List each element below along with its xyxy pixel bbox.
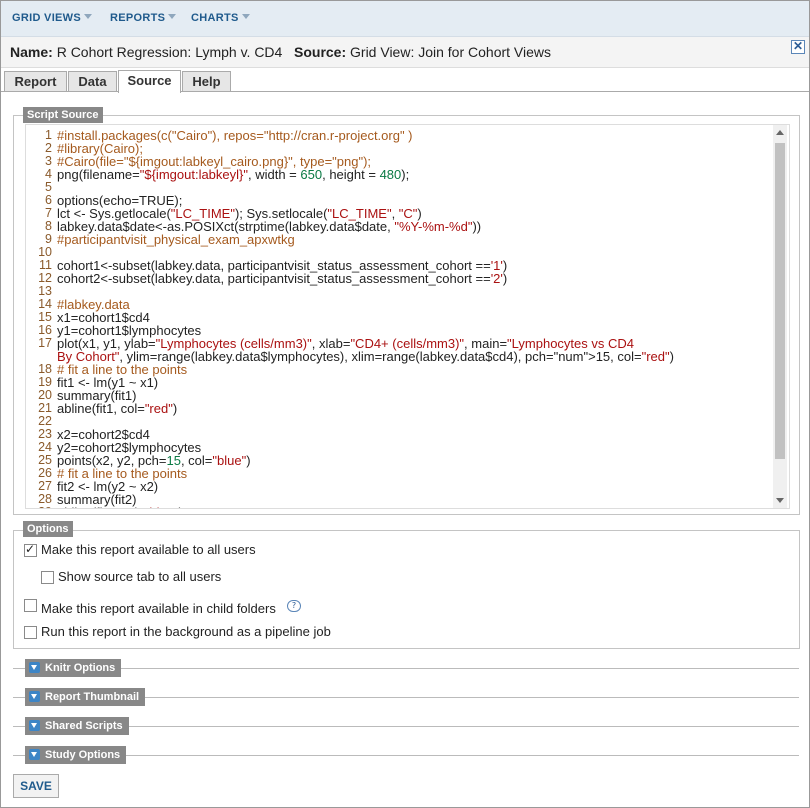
line-number: 29 bbox=[26, 506, 52, 509]
code-line: cohort2<-subset(labkey.data, participant… bbox=[57, 271, 508, 286]
options-legend: Options bbox=[23, 521, 73, 537]
expand-chevron-icon bbox=[29, 691, 40, 702]
chevron-down-icon bbox=[241, 14, 250, 19]
code-lines[interactable]: #install.packages(c("Cairo"), repos="htt… bbox=[57, 128, 777, 508]
child-folders-checkbox[interactable] bbox=[24, 599, 37, 612]
code-editor[interactable]: 1 2 3 4 5 6 7 8 9 10 11 12 13 14 15 16 17 18 19 20 21 22 23 24 2… bbox=[25, 124, 790, 509]
report-thumbnail-panel[interactable]: Report Thumbnail bbox=[13, 688, 799, 708]
grid-views-menu[interactable]: GRID VIEWS bbox=[12, 12, 93, 24]
background-job-checkbox[interactable] bbox=[24, 626, 37, 639]
panel-divider bbox=[13, 726, 799, 727]
report-title-line: Name: R Cohort Regression: Lymph v. CD4 … bbox=[10, 44, 551, 60]
report-editor-window: GRID VIEWS REPORTS CHARTS Name: R Cohort… bbox=[0, 0, 810, 808]
study-options-label: Study Options bbox=[45, 749, 121, 761]
code-line: fit2 <- lm(y2 ~ x2) bbox=[57, 479, 159, 494]
code-line: abline(fit2, col="blue") bbox=[57, 506, 777, 508]
tab-bar: Report Data Source Help bbox=[1, 69, 809, 93]
reports-label: REPORTS bbox=[110, 12, 166, 24]
script-source-legend: Script Source bbox=[23, 107, 103, 123]
source-label: Source: bbox=[294, 44, 347, 60]
knitr-options-panel[interactable]: Knitr Options bbox=[13, 659, 799, 679]
scroll-up-icon[interactable] bbox=[776, 130, 784, 135]
tab-source[interactable]: Source bbox=[118, 70, 181, 93]
tab-data[interactable]: Data bbox=[68, 71, 117, 92]
report-name-bar: Name: R Cohort Regression: Lymph v. CD4 … bbox=[1, 37, 809, 68]
chevron-down-icon bbox=[168, 14, 177, 19]
shared-scripts-panel[interactable]: Shared Scripts bbox=[13, 717, 799, 737]
code-line: # fit a line to the points bbox=[57, 362, 188, 377]
code-line: png(filename="${imgout:labkeyl}", width … bbox=[57, 167, 410, 182]
help-icon[interactable]: ? bbox=[287, 600, 301, 612]
tab-help[interactable]: Help bbox=[182, 71, 231, 92]
tab-report[interactable]: Report bbox=[4, 71, 67, 92]
scroll-thumb[interactable] bbox=[775, 143, 785, 459]
close-icon[interactable]: ✕ bbox=[791, 40, 805, 54]
charts-label: CHARTS bbox=[191, 12, 239, 24]
code-line: fit1 <- lm(y1 ~ x1) bbox=[57, 375, 159, 390]
report-name: R Cohort Regression: Lymph v. CD4 bbox=[56, 44, 283, 60]
panel-divider bbox=[13, 755, 799, 756]
code-line: abline(fit1, col="red") bbox=[57, 401, 178, 416]
child-folders-label: Make this report available in child fold… bbox=[41, 601, 276, 616]
study-options-panel[interactable]: Study Options bbox=[13, 746, 799, 766]
shared-scripts-header[interactable]: Shared Scripts bbox=[25, 717, 129, 735]
study-options-header[interactable]: Study Options bbox=[25, 746, 127, 764]
available-all-users-label: Make this report available to all users bbox=[41, 542, 256, 557]
save-button[interactable]: SAVE bbox=[13, 774, 59, 798]
knitr-options-header[interactable]: Knitr Options bbox=[25, 659, 122, 677]
knitr-options-label: Knitr Options bbox=[45, 662, 116, 674]
line-number-gutter: 1 2 3 4 5 6 7 8 9 10 11 12 13 14 15 16 17 18 19 20 21 22 23 24 2… bbox=[26, 129, 52, 509]
top-navigation: GRID VIEWS REPORTS CHARTS bbox=[1, 1, 809, 37]
charts-menu[interactable]: CHARTS bbox=[191, 12, 250, 24]
code-line: #install.packages(c("Cairo"), repos="htt… bbox=[57, 128, 413, 143]
line-number: 17 bbox=[38, 336, 52, 350]
name-label: Name: bbox=[10, 44, 53, 60]
expand-chevron-icon bbox=[29, 662, 40, 673]
editor-scrollbar[interactable] bbox=[773, 125, 787, 508]
background-job-label: Run this report in the background as a p… bbox=[41, 624, 331, 639]
show-source-tab-label: Show source tab to all users bbox=[58, 569, 222, 584]
report-thumbnail-header[interactable]: Report Thumbnail bbox=[25, 688, 146, 706]
chevron-down-icon bbox=[84, 14, 93, 19]
shared-scripts-label: Shared Scripts bbox=[45, 720, 123, 732]
expand-chevron-icon bbox=[29, 749, 40, 760]
panel-divider bbox=[13, 668, 799, 669]
source-value: Grid View: Join for Cohort Views bbox=[350, 44, 552, 60]
scroll-down-icon[interactable] bbox=[776, 498, 784, 503]
report-thumbnail-label: Report Thumbnail bbox=[45, 691, 140, 703]
grid-views-label: GRID VIEWS bbox=[12, 12, 82, 24]
code-line: #participantvisit_physical_exam_apxwtkg bbox=[57, 232, 295, 247]
code-line: #labkey.data bbox=[57, 297, 130, 312]
available-all-users-checkbox[interactable] bbox=[24, 542, 37, 557]
expand-chevron-icon bbox=[29, 720, 40, 731]
code-line: # fit a line to the points bbox=[57, 466, 188, 481]
show-source-tab-checkbox[interactable] bbox=[41, 571, 54, 584]
reports-menu[interactable]: REPORTS bbox=[110, 12, 177, 24]
